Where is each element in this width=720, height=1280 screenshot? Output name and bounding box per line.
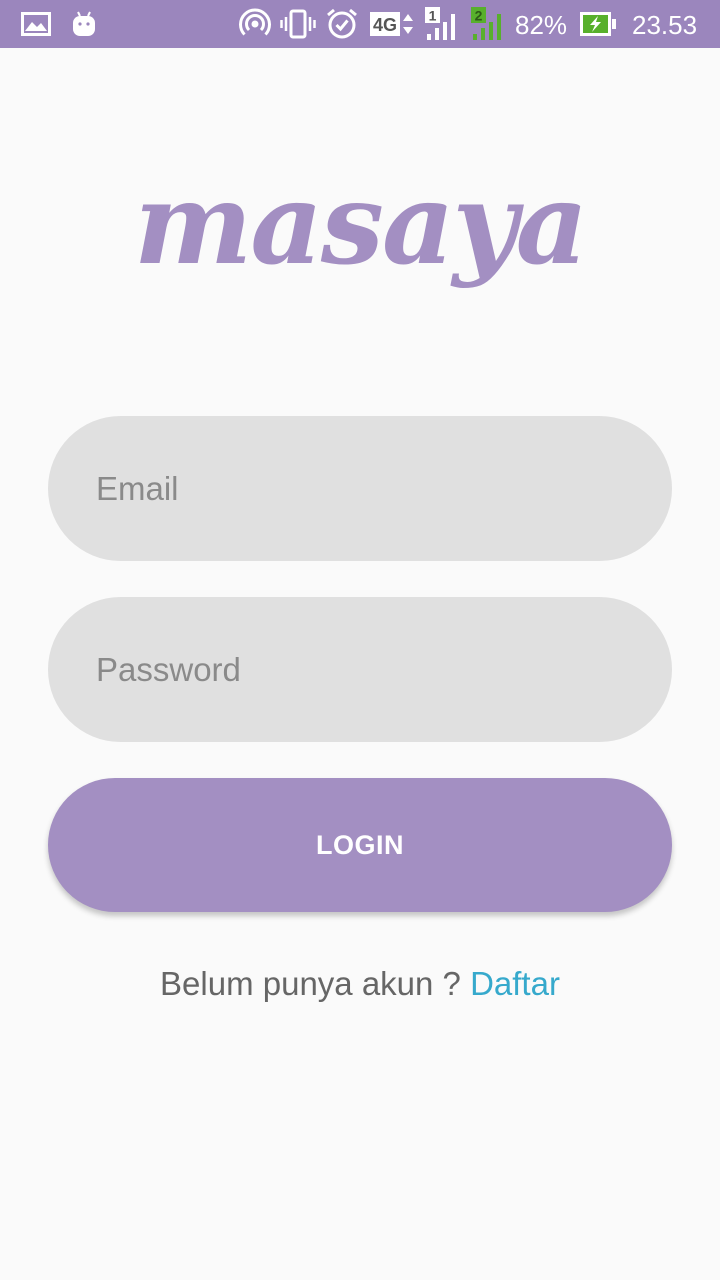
battery-percent: 82% xyxy=(515,10,568,40)
network-4g-icon: 4G xyxy=(369,0,417,48)
battery-charging-icon xyxy=(578,0,618,48)
signal-sim1-icon: 1 xyxy=(423,0,461,48)
vibrate-icon xyxy=(280,0,316,48)
alarm-icon xyxy=(324,0,360,48)
network-type-label: 4G xyxy=(373,15,397,35)
signal-sim2-icon: 2 xyxy=(469,0,507,48)
sim1-label: 1 xyxy=(429,8,437,24)
password-field[interactable] xyxy=(48,597,672,742)
android-icon xyxy=(70,0,98,48)
clock-time: 23.53 xyxy=(632,10,698,40)
app-logo: masaya xyxy=(133,159,588,290)
register-link[interactable]: Daftar xyxy=(470,965,560,1002)
status-bar: 4G 1 2 82% 23.53 xyxy=(0,0,720,48)
sim2-label: 2 xyxy=(475,8,483,24)
email-field[interactable] xyxy=(48,416,672,561)
register-prompt-text: Belum punya akun ? xyxy=(160,965,471,1002)
login-button[interactable]: LOGIN xyxy=(48,778,672,912)
gallery-icon xyxy=(20,0,52,48)
hotspot-icon xyxy=(238,0,272,48)
register-prompt-line: Belum punya akun ? Daftar xyxy=(0,962,720,1006)
